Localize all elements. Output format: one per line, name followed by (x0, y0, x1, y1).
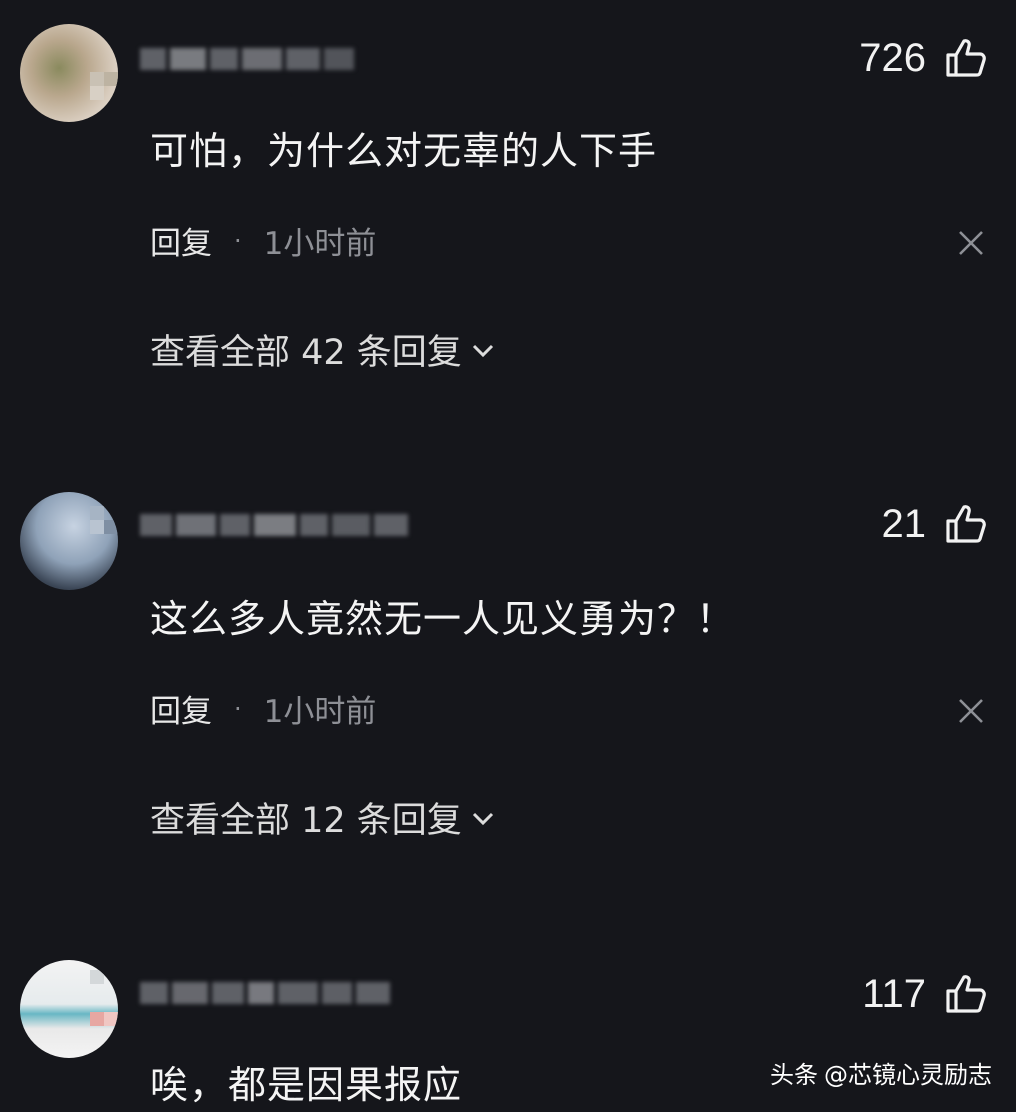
chevron-down-icon (472, 812, 493, 825)
chevron-down-icon (472, 344, 493, 357)
watermark-account: @芯镜心灵励志 (824, 1061, 992, 1089)
comment-text: 这么多人竟然无一人见义勇为？！ (150, 597, 736, 641)
comment-time: 1小时前 (263, 694, 377, 730)
thumbs-up-icon[interactable] (944, 36, 988, 80)
separator: · (234, 694, 242, 723)
reply-button[interactable]: 回复 (150, 686, 212, 731)
avatar[interactable] (20, 960, 118, 1058)
reply-button[interactable]: 回复 (150, 218, 212, 263)
comment-meta: 回复 · 1小时前 (150, 218, 376, 263)
watermark-platform: 头条 (770, 1061, 818, 1089)
username-redacted[interactable] (140, 978, 390, 1008)
close-icon[interactable] (956, 228, 986, 258)
like-count: 117 (862, 971, 926, 1016)
username-redacted[interactable] (140, 510, 408, 540)
watermark: 头条 @芯镜心灵励志 (770, 1055, 992, 1090)
avatar[interactable] (20, 492, 118, 590)
view-replies-label: 查看全部 12 条回复 (150, 801, 462, 841)
comment-text: 可怕，为什么对无辜的人下手 (150, 129, 658, 173)
close-icon[interactable] (956, 696, 986, 726)
like-group[interactable]: 21 (882, 502, 989, 546)
username-redacted[interactable] (140, 44, 354, 74)
separator: · (234, 226, 242, 255)
view-replies-button[interactable]: 查看全部 12 条回复 (150, 792, 496, 843)
comment-meta: 回复 · 1小时前 (150, 686, 376, 731)
avatar[interactable] (20, 24, 118, 122)
like-group[interactable]: 726 (859, 36, 988, 80)
like-group[interactable]: 117 (862, 972, 988, 1016)
thumbs-up-icon[interactable] (944, 972, 988, 1016)
comment-text: 唉，都是因果报应 (150, 1063, 463, 1107)
thumbs-up-icon[interactable] (944, 502, 988, 546)
like-count: 726 (859, 35, 926, 80)
like-count: 21 (881, 501, 927, 546)
comment-time: 1小时前 (263, 226, 377, 262)
view-replies-label: 查看全部 42 条回复 (150, 333, 462, 373)
view-replies-button[interactable]: 查看全部 42 条回复 (150, 324, 496, 375)
